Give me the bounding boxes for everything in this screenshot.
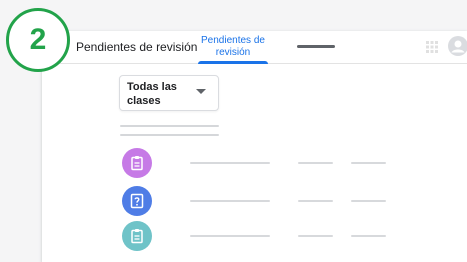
placeholder-line: [190, 235, 270, 237]
dropdown-arrow-icon: [196, 89, 206, 94]
step-number: 2: [29, 23, 47, 56]
page-title: Pendientes de revisión: [76, 40, 198, 54]
placeholder-line: [298, 162, 333, 164]
placeholder-line: [351, 200, 386, 202]
list-item[interactable]: [42, 186, 467, 216]
placeholder-line: [190, 200, 270, 202]
tab-label: Pendientes de revisión: [201, 35, 265, 58]
list-item[interactable]: [42, 148, 467, 178]
placeholder-line: [298, 235, 333, 237]
account-avatar-icon[interactable]: [448, 36, 467, 56]
class-filter-label: Todas las clases: [127, 81, 177, 107]
placeholder-line: [351, 162, 386, 164]
list-item[interactable]: [42, 221, 467, 251]
placeholder-line: [298, 200, 333, 202]
filter-placeholder-line: [120, 134, 219, 136]
app-window: Pendientes de revisión Pendientes de rev…: [42, 31, 467, 262]
active-tab-indicator: [198, 61, 268, 64]
step-number-badge: 2: [6, 8, 70, 72]
class-filter-dropdown[interactable]: Todas las clases: [119, 75, 219, 111]
assignment-icon: [122, 148, 152, 178]
tab-placeholder[interactable]: [297, 45, 335, 48]
top-bar: Pendientes de revisión Pendientes de rev…: [42, 31, 467, 64]
placeholder-line: [351, 235, 386, 237]
material-icon: [122, 221, 152, 251]
tab-pendientes-de-revision[interactable]: Pendientes de revisión: [198, 31, 268, 64]
question-icon: [122, 186, 152, 216]
filter-placeholder-line: [120, 125, 219, 127]
apps-icon[interactable]: [425, 40, 439, 54]
placeholder-line: [190, 162, 270, 164]
